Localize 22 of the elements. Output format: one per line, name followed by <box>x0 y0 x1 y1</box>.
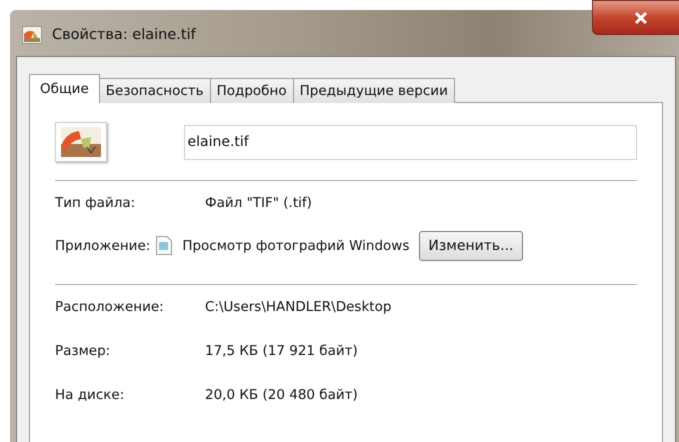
window-title: Свойства: elaine.tif <box>52 27 196 43</box>
field-value: 20,0 КБ (20 480 байт) <box>205 387 358 403</box>
close-icon <box>632 10 648 24</box>
tab[interactable]: Безопасность <box>98 78 211 103</box>
tab[interactable]: Подробно <box>210 78 294 103</box>
tab[interactable]: Общие <box>29 74 100 103</box>
field-label: Размер: <box>55 343 112 359</box>
field-label: Расположение: <box>55 299 165 315</box>
change-button[interactable]: Изменить... <box>419 230 522 260</box>
field-label: Тип файла: <box>55 194 136 210</box>
field-value: 17,5 КБ (17 921 байт) <box>205 343 358 359</box>
field-label: Приложение: <box>55 238 150 254</box>
field-value: C:\Users\HANDLER\Desktop <box>205 299 392 315</box>
close-button[interactable] <box>592 0 679 35</box>
file-name-field[interactable]: elaine.tif <box>184 124 637 160</box>
tab[interactable]: Предыдущие версии <box>292 78 455 103</box>
image-file-icon <box>22 26 42 44</box>
field-value: Файл "TIF" (.tif) <box>205 194 312 210</box>
field-value: Просмотр фотографий Windows <box>182 238 410 254</box>
document-icon <box>156 236 172 255</box>
file-thumbnail-icon <box>55 122 106 162</box>
field-label: На диске: <box>55 387 126 403</box>
